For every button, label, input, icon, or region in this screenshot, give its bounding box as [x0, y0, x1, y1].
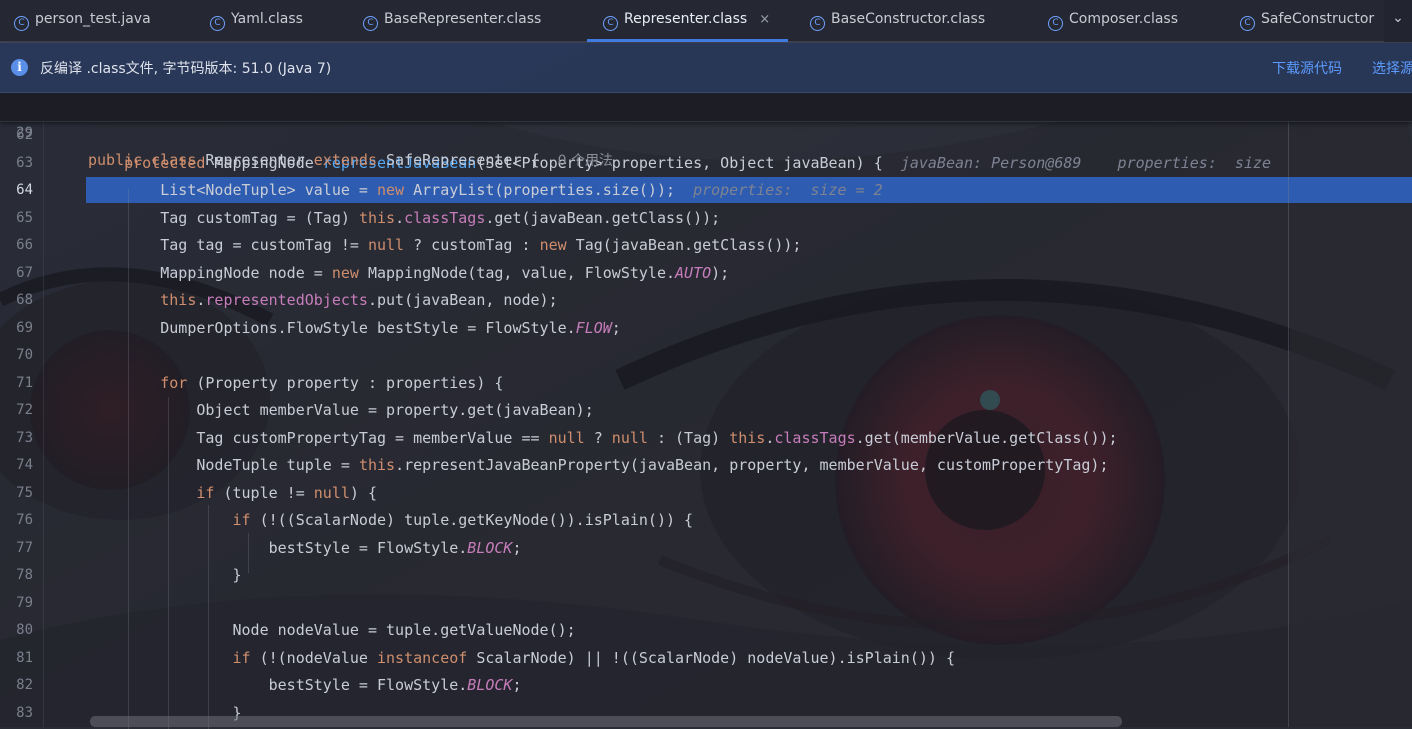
editor-tab-bar: Cperson_test.java C Yaml.class C BaseRepre… — [0, 0, 1412, 42]
tab-label: Representer.class — [624, 11, 748, 27]
code-line: 76 if (!((ScalarNode) tuple.getKeyNode()… — [16, 511, 694, 529]
tab-overflow-chevron-icon[interactable]: ⌄ — [1384, 0, 1412, 42]
code-editor[interactable]: 29 public class Representer extends Safe… — [0, 93, 1412, 729]
code-line: 74 NodeTuple tuple = this.representJavaB… — [16, 456, 1109, 474]
code-line: 68 this.representedObjects.put(javaBean,… — [16, 291, 558, 309]
code-line: 29 public class Representer extends Safe… — [0, 93, 1412, 169]
usage-hint: 0 个用法 — [557, 153, 613, 169]
horizontal-scrollbar[interactable] — [90, 716, 1122, 727]
code-line: 64 List<NodeTuple> value = new ArrayList… — [0, 177, 1412, 204]
tab-label: Composer.class — [1069, 11, 1179, 27]
tab-label: Yaml.class — [231, 11, 303, 27]
class-icon: C — [1048, 16, 1063, 31]
code-line: 71 for (Property property : properties) … — [16, 374, 504, 392]
class-icon: C — [1240, 16, 1255, 31]
class-icon: C — [210, 16, 225, 31]
close-icon[interactable]: × — [759, 12, 770, 27]
code-line: 75 if (tuple != null) { — [16, 484, 377, 502]
class-icon: C — [14, 16, 29, 31]
banner-message: 反编译 .class文件, 字节码版本: 51.0 (Java 7) — [40, 61, 332, 77]
code-line: 65 Tag customTag = (Tag) this.classTags.… — [16, 209, 721, 227]
code-line: 73 Tag customPropertyTag = memberValue =… — [16, 429, 1118, 447]
tab-safeconstructor[interactable]: C SafeConstructor — [1240, 0, 1374, 42]
tab-representer-class[interactable]: C Representer.class × — [586, 0, 789, 42]
sticky-class-header[interactable]: 29 public class Representer extends Safe… — [0, 93, 1412, 169]
download-sources-link[interactable]: 下载源代码 — [1272, 58, 1342, 78]
choose-sources-link[interactable]: 选择源 — [1372, 58, 1412, 78]
tab-person-test-java[interactable]: Cperson_test.java — [14, 0, 151, 42]
tab-composer-class[interactable]: C Composer.class — [1048, 0, 1178, 42]
code-line: 82 bestStyle = FlowStyle.BLOCK; — [16, 676, 522, 694]
code-line: 80 Node nodeValue = tuple.getValueNode()… — [16, 621, 576, 639]
class-icon: C — [810, 16, 825, 31]
code-line: 62 — [16, 127, 33, 143]
tab-label: person_test.java — [35, 11, 151, 27]
tab-label: BaseConstructor.class — [831, 11, 986, 27]
code-line: 78 } — [16, 566, 242, 584]
tab-yaml-class[interactable]: C Yaml.class — [210, 0, 303, 42]
code-line: 81 if (!(nodeValue instanceof ScalarNode… — [16, 649, 955, 667]
tab-baseconstructor-class[interactable]: C BaseConstructor.class — [810, 0, 985, 42]
tab-label: SafeConstructor — [1261, 11, 1375, 27]
decompiled-info-banner: i 反编译 .class文件, 字节码版本: 51.0 (Java 7) 下载源… — [0, 43, 1412, 93]
info-icon: i — [11, 59, 28, 76]
code-line: 72 Object memberValue = property.get(jav… — [16, 401, 594, 419]
code-text: public class Representer extends SafeRep… — [88, 151, 613, 169]
tab-baserepresenter-class[interactable]: C BaseRepresenter.class — [363, 0, 541, 42]
class-icon: C — [603, 16, 618, 31]
code-line: 66 Tag tag = customTag != null ? customT… — [16, 236, 802, 254]
code-line: 67 MappingNode node = new MappingNode(ta… — [16, 264, 730, 282]
code-line: 70 — [16, 347, 33, 363]
tab-label: BaseRepresenter.class — [384, 11, 542, 27]
code-line: 79 — [16, 595, 33, 611]
line-number: 29 — [16, 125, 33, 141]
code-line: 77 bestStyle = FlowStyle.BLOCK; — [16, 539, 522, 557]
class-icon: C — [363, 16, 378, 31]
code-line: 69 DumperOptions.FlowStyle bestStyle = F… — [16, 319, 621, 337]
